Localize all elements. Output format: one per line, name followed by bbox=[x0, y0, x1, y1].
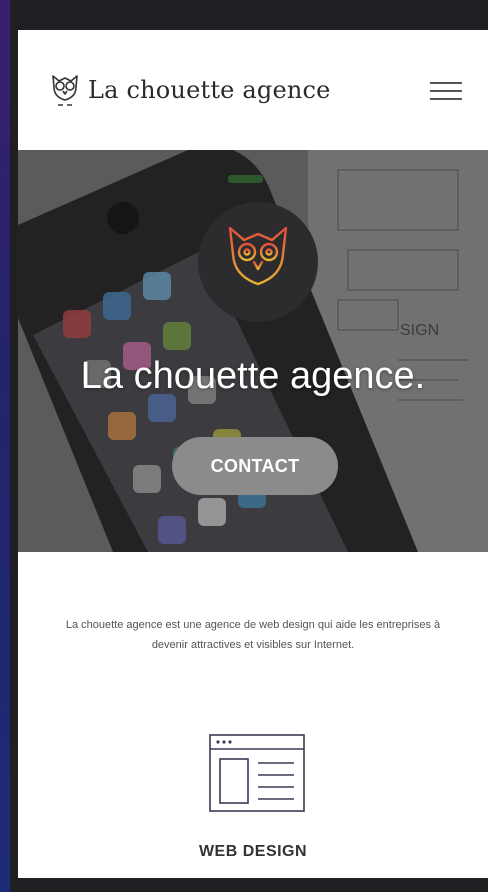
owl-icon bbox=[52, 75, 78, 106]
hero-owl-badge bbox=[198, 202, 318, 322]
service-title: WEB DESIGN bbox=[198, 843, 308, 860]
hamburger-menu-button[interactable] bbox=[430, 82, 462, 104]
contact-button[interactable]: CONTACT bbox=[172, 437, 338, 495]
hamburger-line bbox=[430, 98, 462, 100]
brand-name: La chouette agence bbox=[88, 76, 331, 104]
hamburger-menu-icon bbox=[430, 82, 462, 84]
owl-icon bbox=[228, 226, 288, 296]
web-browser-layout-icon bbox=[209, 734, 305, 812]
hamburger-line bbox=[430, 90, 462, 92]
brand-link[interactable]: La chouette agence bbox=[50, 72, 331, 108]
hero-section: SIGN La chouette agence. CONTACT bbox=[18, 150, 488, 552]
site-header: La chouette agence bbox=[18, 30, 488, 150]
web-page: La chouette agence SIGN La chouette agen… bbox=[18, 30, 488, 878]
hero-title: La chouette agence. bbox=[80, 355, 426, 397]
intro-text: La chouette agence est une agence de web… bbox=[65, 619, 441, 651]
